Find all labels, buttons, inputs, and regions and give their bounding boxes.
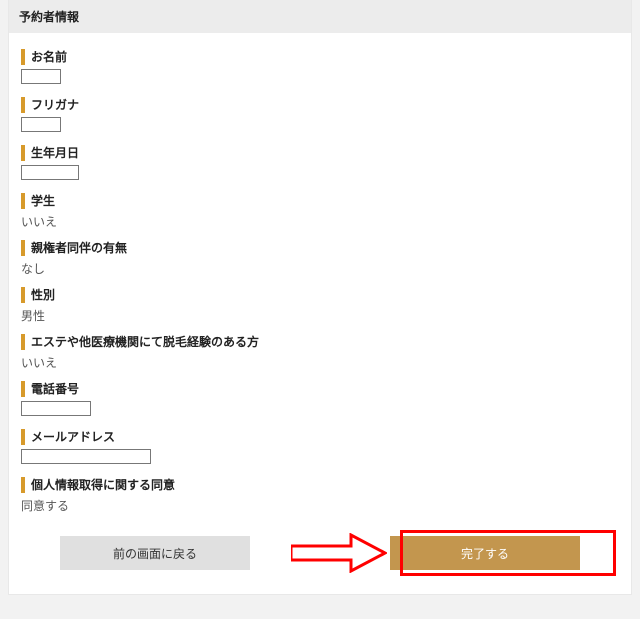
- guardian-value: なし: [21, 260, 619, 277]
- back-button[interactable]: 前の画面に戻る: [60, 536, 250, 570]
- experience-label: エステや他医療機関にて脱毛経験のある方: [21, 334, 619, 350]
- dob-label: 生年月日: [21, 145, 619, 161]
- complete-button[interactable]: 完了する: [390, 536, 580, 570]
- name-value-redacted: [21, 69, 61, 84]
- guardian-label: 親権者同伴の有無: [21, 240, 619, 256]
- dob-value-redacted: [21, 165, 79, 180]
- arrow-annotation-icon: [291, 533, 387, 573]
- phone-label: 電話番号: [21, 381, 619, 397]
- furigana-value-redacted: [21, 117, 61, 132]
- student-label: 学生: [21, 193, 619, 209]
- gender-label: 性別: [21, 287, 619, 303]
- furigana-label: フリガナ: [21, 97, 619, 113]
- student-value: いいえ: [21, 213, 619, 230]
- section-title: 予約者情報: [9, 0, 631, 33]
- consent-label: 個人情報取得に関する同意: [21, 477, 619, 493]
- experience-value: いいえ: [21, 354, 619, 371]
- name-label: お名前: [21, 49, 619, 65]
- email-value-redacted: [21, 449, 151, 464]
- reservation-info-panel: 予約者情報 お名前 フリガナ 生年月日 学生 いいえ 親権者同伴の有無 なし: [8, 0, 632, 595]
- email-label: メールアドレス: [21, 429, 619, 445]
- phone-value-redacted: [21, 401, 91, 416]
- consent-value: 同意する: [21, 497, 619, 514]
- gender-value: 男性: [21, 307, 619, 324]
